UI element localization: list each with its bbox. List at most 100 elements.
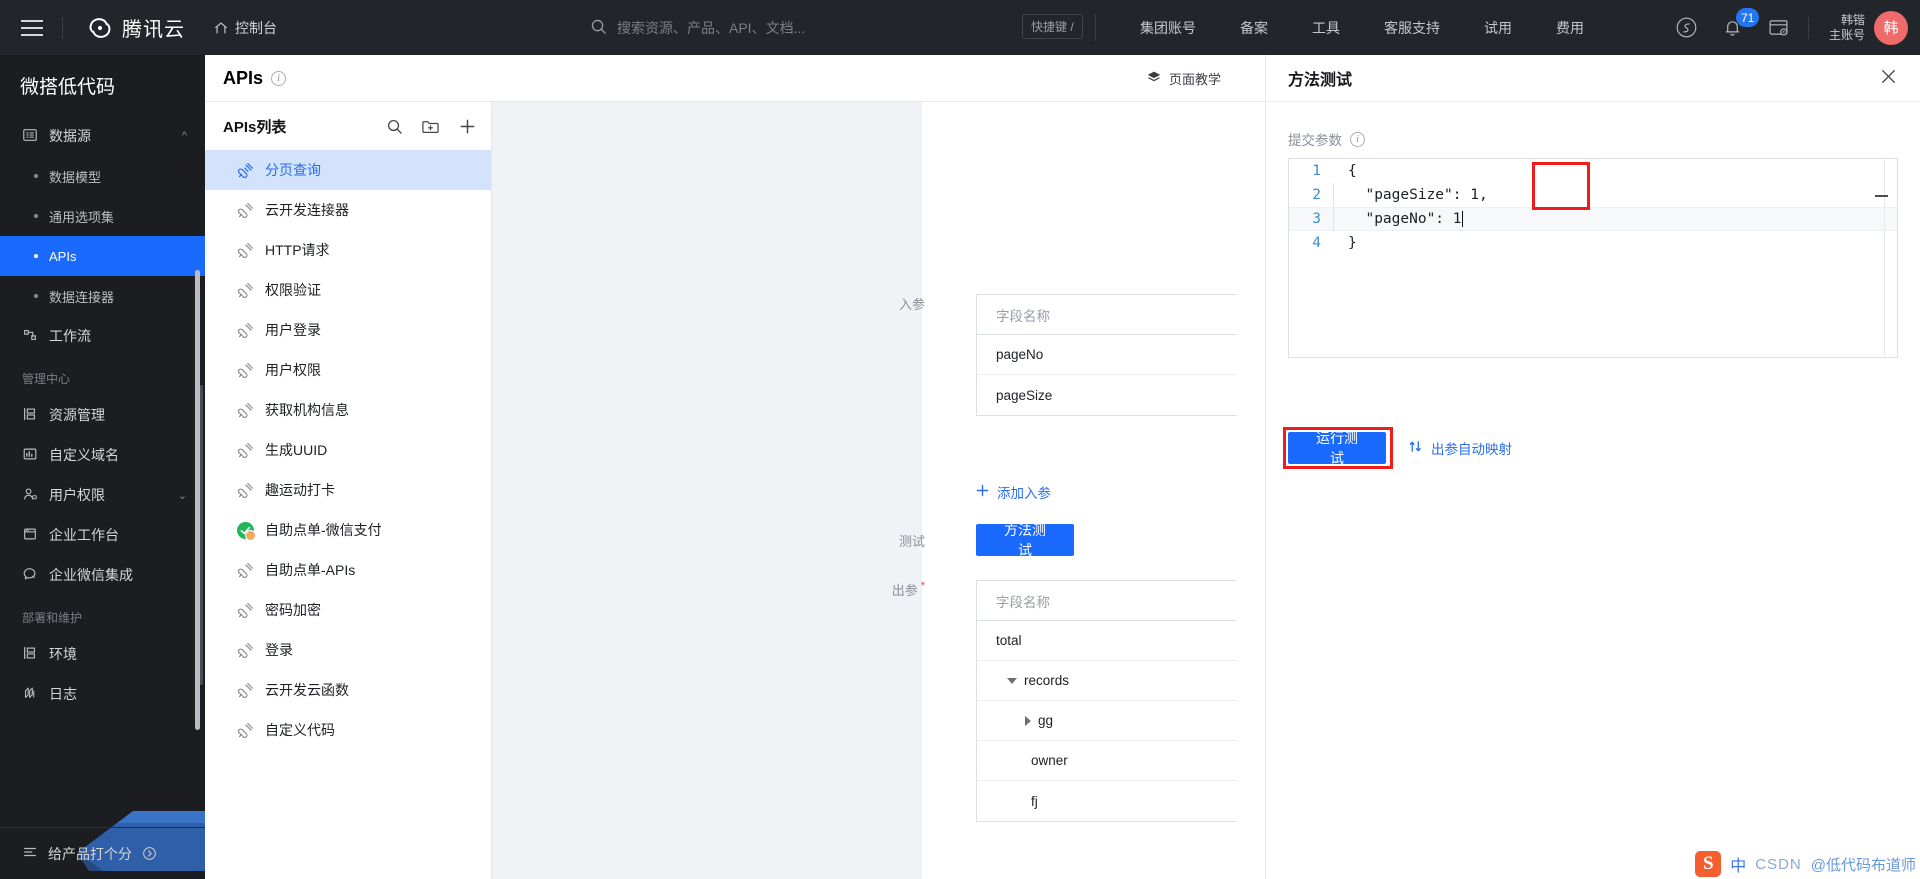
- table-row[interactable]: owner: [977, 741, 1237, 781]
- caret-right-icon[interactable]: [1025, 715, 1031, 726]
- brand-logo[interactable]: 腾讯云: [85, 13, 185, 43]
- sidebar-item-resource-mgmt[interactable]: 资源管理: [0, 395, 205, 435]
- sidebar-item-log[interactable]: 日志: [0, 674, 205, 714]
- list-item[interactable]: 权限验证: [205, 270, 491, 310]
- sidebar-item-user-permission[interactable]: 用户权限 ⌄: [0, 475, 205, 515]
- user-account-type: 主账号: [1828, 27, 1865, 42]
- info-icon[interactable]: i: [1350, 131, 1365, 147]
- list-item[interactable]: 分页查询: [205, 150, 491, 190]
- run-test-button[interactable]: 运行测试: [1288, 430, 1386, 466]
- user-menu[interactable]: 韩锴 主账号 韩: [1828, 10, 1908, 45]
- top-header: 腾讯云 控制台 快捷键 / 集团账号 备案 工具 客服支持 试用 费用: [0, 0, 1920, 55]
- nav-item-tools[interactable]: 工具: [1290, 18, 1362, 38]
- list-item-label: 登录: [265, 642, 293, 658]
- search-icon[interactable]: [386, 118, 403, 135]
- list-item[interactable]: 自助点单-APIs: [205, 550, 491, 590]
- drawer-title: 方法测试: [1288, 72, 1353, 89]
- close-icon[interactable]: [1879, 67, 1898, 90]
- indent-guide: [1333, 208, 1334, 230]
- apis-list-scrollbar[interactable]: [195, 270, 200, 730]
- sidebar-item-custom-domain[interactable]: 自定义域名: [0, 435, 205, 475]
- table-row[interactable]: records: [977, 661, 1237, 701]
- list-item[interactable]: HTTP请求: [205, 230, 491, 270]
- sidebar-item-data-connector[interactable]: 数据连接器: [0, 276, 205, 316]
- sidebar-item-environment[interactable]: 环境: [0, 634, 205, 674]
- list-item-label: 密码加密: [265, 602, 321, 618]
- nav-item-beian[interactable]: 备案: [1218, 18, 1290, 38]
- rating-footer-button[interactable]: 给产品打个分: [0, 827, 205, 879]
- editor-scrollbar[interactable]: [1884, 159, 1897, 357]
- list-item[interactable]: 获取机构信息: [205, 390, 491, 430]
- list-item[interactable]: 登录: [205, 630, 491, 670]
- table-row[interactable]: total: [977, 621, 1237, 661]
- menu-toggle-icon[interactable]: [0, 0, 56, 55]
- list-item[interactable]: 用户权限: [205, 350, 491, 390]
- sidebar-item-wecom-integration[interactable]: 企业微信集成: [0, 555, 205, 595]
- sogou-ime-icon: S: [1695, 851, 1722, 877]
- sidebar-item-label: 企业工作台: [49, 527, 119, 543]
- console-link[interactable]: 控制台: [213, 18, 277, 38]
- avatar[interactable]: 韩: [1874, 10, 1908, 45]
- page-tutorial-label: 页面教学: [1168, 71, 1221, 87]
- sidebar-group-admin: 管理中心: [22, 372, 71, 386]
- new-folder-icon[interactable]: [421, 118, 440, 135]
- arrow-right-circle-icon[interactable]: [142, 846, 157, 861]
- sidebar-item-apis[interactable]: APIs: [0, 236, 205, 276]
- search-input[interactable]: [617, 19, 877, 36]
- wechat-mini-icon[interactable]: [1664, 0, 1710, 55]
- caret-down-icon[interactable]: [1007, 677, 1017, 684]
- nav-item-billing[interactable]: 费用: [1534, 18, 1606, 38]
- plug-icon: [237, 282, 254, 299]
- method-test-button[interactable]: 方法测试: [976, 522, 1074, 558]
- list-item[interactable]: 密码加密: [205, 590, 491, 630]
- api-detail-panel: 入参 字段名称 pageNo pageSize 添加入参 测试 方法测试 出参 …: [492, 102, 1265, 879]
- sidebar-item-label: 数据模型: [49, 169, 102, 185]
- wecom-icon: [22, 566, 38, 585]
- page-title: APIs: [223, 67, 264, 88]
- output-params-label: 出参 *: [891, 580, 925, 598]
- table-header-field-name: 字段名称: [977, 581, 1237, 621]
- json-code-editor[interactable]: 1 { 2 "pageSize": 1, 3 "pageNo": 1 4 }: [1288, 158, 1898, 358]
- list-item[interactable]: 自助点单-微信支付: [205, 510, 491, 550]
- workspace-settings-icon[interactable]: [1756, 0, 1802, 55]
- code-line-active: 3 "pageNo": 1: [1289, 207, 1897, 231]
- input-params-row: 入参 字段名称 pageNo pageSize: [841, 294, 1237, 416]
- header-divider: [62, 16, 63, 39]
- auto-map-output-button[interactable]: 出参自动映射: [1408, 438, 1512, 458]
- add-input-param-label: 添加入参: [997, 486, 1051, 501]
- sidebar-item-datasource[interactable]: 数据源 ^: [0, 116, 205, 156]
- header-right-actions: 71 韩锴 主账号 韩: [1664, 0, 1920, 55]
- ime-mode-label: 中: [1730, 858, 1747, 875]
- list-item[interactable]: 云开发连接器: [205, 190, 491, 230]
- sidebar-item-workflow[interactable]: 工作流: [0, 316, 205, 356]
- chevron-down-icon[interactable]: ⌄: [178, 489, 187, 502]
- sidebar-item-option-set[interactable]: 通用选项集: [0, 196, 205, 236]
- table-row[interactable]: fj: [977, 781, 1237, 821]
- table-header-field-name: 字段名称: [977, 295, 1237, 335]
- main-content: APIs i 页面教学 APIs列表 分页查询 云开发连接器 HTTP请求 权限…: [195, 55, 1265, 879]
- add-input-param-button[interactable]: 添加入参: [976, 482, 1051, 502]
- list-item[interactable]: 用户登录: [205, 310, 491, 350]
- list-item[interactable]: 云开发云函数: [205, 670, 491, 710]
- table-row[interactable]: pageSize: [977, 375, 1237, 415]
- table-row[interactable]: gg: [977, 701, 1237, 741]
- info-icon[interactable]: i: [271, 70, 287, 86]
- table-row[interactable]: pageNo: [977, 335, 1237, 375]
- nav-item-group-account[interactable]: 集团账号: [1118, 18, 1218, 38]
- nav-item-trial[interactable]: 试用: [1462, 18, 1534, 38]
- plug-icon: [237, 562, 254, 579]
- shortcut-hint[interactable]: 快捷键 /: [1022, 14, 1083, 39]
- add-api-icon[interactable]: [458, 117, 477, 136]
- watermark-site: CSDN: [1755, 855, 1802, 873]
- notifications-bell-icon[interactable]: 71: [1710, 0, 1760, 55]
- global-search[interactable]: [590, 0, 877, 55]
- sidebar-item-workbench[interactable]: 企业工作台: [0, 515, 205, 555]
- list-item[interactable]: 生成UUID: [205, 430, 491, 470]
- sidebar-item-label: 工作流: [49, 328, 91, 344]
- page-tutorial-button[interactable]: 页面教学: [1146, 69, 1221, 88]
- tencent-cloud-icon: [85, 13, 115, 43]
- nav-item-support[interactable]: 客服支持: [1362, 18, 1462, 38]
- sidebar-item-data-model[interactable]: 数据模型: [0, 156, 205, 196]
- list-item[interactable]: 自定义代码: [205, 710, 491, 750]
- list-item[interactable]: 趣运动打卡: [205, 470, 491, 510]
